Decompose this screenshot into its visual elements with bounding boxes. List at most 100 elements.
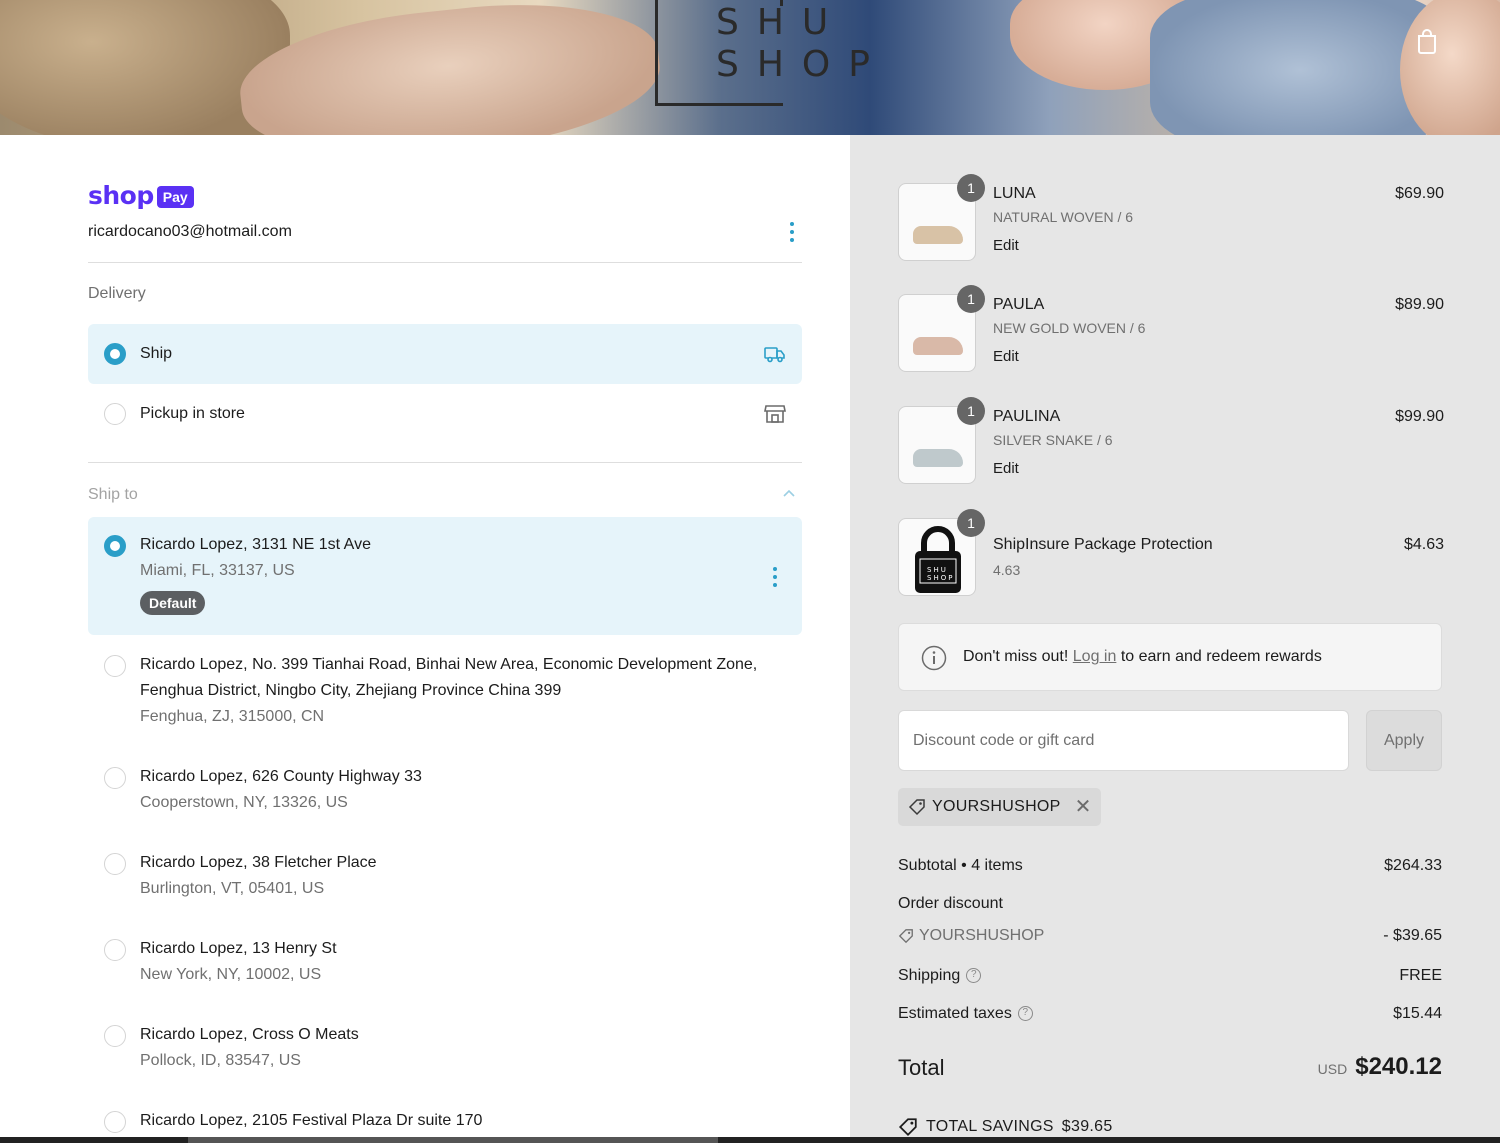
- apply-discount-button[interactable]: Apply: [1366, 710, 1442, 771]
- shopping-bag-icon[interactable]: [1416, 28, 1438, 54]
- product-variant: 4.63: [993, 562, 1021, 578]
- delivery-heading: Delivery: [88, 285, 146, 302]
- edit-item-link[interactable]: Edit: [993, 348, 1019, 365]
- product-name: PAULA: [993, 296, 1045, 313]
- savings-label: TOTAL SAVINGS: [926, 1118, 1054, 1135]
- shop-logo-line1[interactable]: SHU: [716, 2, 846, 43]
- pickup-radio[interactable]: [104, 403, 126, 425]
- address-option-default[interactable]: Ricardo Lopez, 3131 NE 1st Ave Miami, FL…: [88, 517, 802, 635]
- insure-logo-line2: SHOP: [927, 574, 955, 582]
- address-option[interactable]: Ricardo Lopez, 626 County Highway 33 Coo…: [88, 749, 802, 825]
- ship-to-heading: Ship to: [88, 486, 138, 503]
- taxes-value: $15.44: [1393, 1005, 1442, 1022]
- chevron-up-icon[interactable]: [782, 489, 796, 499]
- edit-item-link[interactable]: Edit: [993, 237, 1019, 254]
- help-icon[interactable]: ?: [1017, 1006, 1033, 1022]
- remove-discount-icon[interactable]: ✕: [1075, 797, 1092, 817]
- header-banner: SHU SHOP: [0, 0, 1500, 135]
- shop-logo-line2[interactable]: SHOP: [716, 44, 888, 85]
- address-radio[interactable]: [104, 1025, 126, 1047]
- store-icon: [764, 405, 786, 423]
- product-variant: SILVER SNAKE / 6: [993, 432, 1113, 448]
- address-radio[interactable]: [104, 1111, 126, 1133]
- address-city: Fenghua, ZJ, 315000, CN: [140, 708, 325, 725]
- total-value-group: USD $240.12: [1318, 1053, 1442, 1081]
- tag-icon: [898, 1118, 917, 1137]
- taxes-row: Estimated taxes? $15.44: [898, 1005, 1442, 1023]
- tag-icon: [908, 799, 925, 816]
- product-image: [913, 226, 963, 244]
- address-menu-icon[interactable]: [772, 567, 778, 587]
- product-image: [913, 337, 963, 355]
- shop-pay-badge: Pay: [156, 185, 194, 208]
- scrollbar-thumb[interactable]: [188, 1137, 718, 1143]
- address-option[interactable]: Ricardo Lopez, 13 Henry St New York, NY,…: [88, 921, 802, 997]
- account-email: ricardocano03@hotmail.com: [88, 223, 292, 240]
- shipping-label: Shipping: [898, 967, 961, 984]
- subtotal-row: Subtotal • 4 items $264.33: [898, 857, 1442, 875]
- address-radio[interactable]: [104, 853, 126, 875]
- rewards-prefix: Don't miss out!: [963, 648, 1069, 665]
- address-street: Ricardo Lopez, 38 Fletcher Place: [140, 854, 377, 871]
- product-name: LUNA: [993, 185, 1036, 202]
- product-image: [913, 449, 963, 467]
- delivery-option-label: Pickup in store: [140, 405, 245, 422]
- address-city: Pollock, ID, 83547, US: [140, 1052, 301, 1069]
- checkout-form: shop Pay ricardocano03@hotmail.com Deliv…: [0, 135, 850, 1143]
- address-street: Ricardo Lopez, No. 399 Tianhai Road, Bin…: [140, 656, 758, 699]
- cart-item: 1 PAULA NEW GOLD WOVEN / 6 Edit $89.90: [898, 285, 1444, 374]
- ship-radio[interactable]: [104, 343, 126, 365]
- rewards-suffix: to earn and redeem rewards: [1120, 648, 1322, 665]
- address-city: New York, NY, 10002, US: [140, 966, 322, 983]
- product-thumbnail: SHU SHOP 1: [898, 509, 985, 596]
- delivery-option-label: Ship: [140, 345, 173, 362]
- address-option[interactable]: Ricardo Lopez, 2105 Festival Plaza Dr su…: [88, 1093, 802, 1141]
- address-radio[interactable]: [104, 939, 126, 961]
- divider: [88, 462, 802, 463]
- discount-code-row: YOURSHUSHOP: [898, 927, 1044, 945]
- quantity-badge: 1: [957, 285, 985, 313]
- product-name: PAULINA: [993, 408, 1061, 425]
- total-savings: TOTAL SAVINGS $39.65: [898, 1117, 1113, 1137]
- address-city: Cooperstown, NY, 13326, US: [140, 794, 348, 811]
- shop-pay-wordmark: shop: [88, 181, 154, 210]
- product-name: ShipInsure Package Protection: [993, 536, 1213, 553]
- horizontal-scrollbar[interactable]: [0, 1137, 1500, 1143]
- delivery-option-ship[interactable]: Ship: [88, 324, 802, 384]
- subtotal-value: $264.33: [1384, 857, 1442, 874]
- subtotal-label: Subtotal • 4 items: [898, 857, 1023, 874]
- banner-photo-leg: [233, 0, 667, 135]
- address-option[interactable]: Ricardo Lopez, 38 Fletcher Place Burling…: [88, 835, 802, 911]
- address-city: Burlington, VT, 05401, US: [140, 880, 325, 897]
- address-street: Ricardo Lopez, Cross O Meats: [140, 1026, 359, 1043]
- shop-pay-logo: shop Pay: [88, 181, 194, 210]
- divider: [88, 262, 802, 263]
- account-menu-icon[interactable]: [789, 222, 795, 242]
- order-discount-row: Order discount: [898, 895, 1442, 913]
- rewards-banner: Don't miss out! Log in to earn and redee…: [898, 623, 1442, 691]
- product-thumbnail: 1: [898, 397, 985, 484]
- address-street: Ricardo Lopez, 2105 Festival Plaza Dr su…: [140, 1112, 483, 1129]
- address-radio[interactable]: [104, 535, 126, 557]
- address-street: Ricardo Lopez, 626 County Highway 33: [140, 768, 422, 785]
- delivery-option-pickup[interactable]: Pickup in store: [88, 384, 802, 444]
- address-street: Ricardo Lopez, 13 Henry St: [140, 940, 337, 957]
- total-amount: $240.12: [1355, 1053, 1442, 1080]
- address-option[interactable]: Ricardo Lopez, Cross O Meats Pollock, ID…: [88, 1007, 802, 1083]
- address-street: Ricardo Lopez, 3131 NE 1st Ave: [140, 536, 371, 553]
- login-link[interactable]: Log in: [1073, 648, 1117, 665]
- edit-item-link[interactable]: Edit: [993, 460, 1019, 477]
- discount-code-input[interactable]: [898, 710, 1349, 771]
- address-option[interactable]: Ricardo Lopez, No. 399 Tianhai Road, Bin…: [88, 637, 802, 739]
- product-price: $89.90: [1395, 296, 1444, 313]
- applied-code: YOURSHUSHOP: [932, 798, 1061, 815]
- discount-code-label: YOURSHUSHOP: [919, 927, 1045, 944]
- address-radio[interactable]: [104, 655, 126, 677]
- cart-item: 1 LUNA NATURAL WOVEN / 6 Edit $69.90: [898, 174, 1444, 263]
- address-radio[interactable]: [104, 767, 126, 789]
- help-icon[interactable]: ?: [966, 968, 982, 984]
- quantity-badge: 1: [957, 397, 985, 425]
- shipping-row: Shipping? FREE: [898, 967, 1442, 985]
- default-badge: Default: [140, 591, 206, 615]
- banner-photo-face: [1400, 0, 1500, 135]
